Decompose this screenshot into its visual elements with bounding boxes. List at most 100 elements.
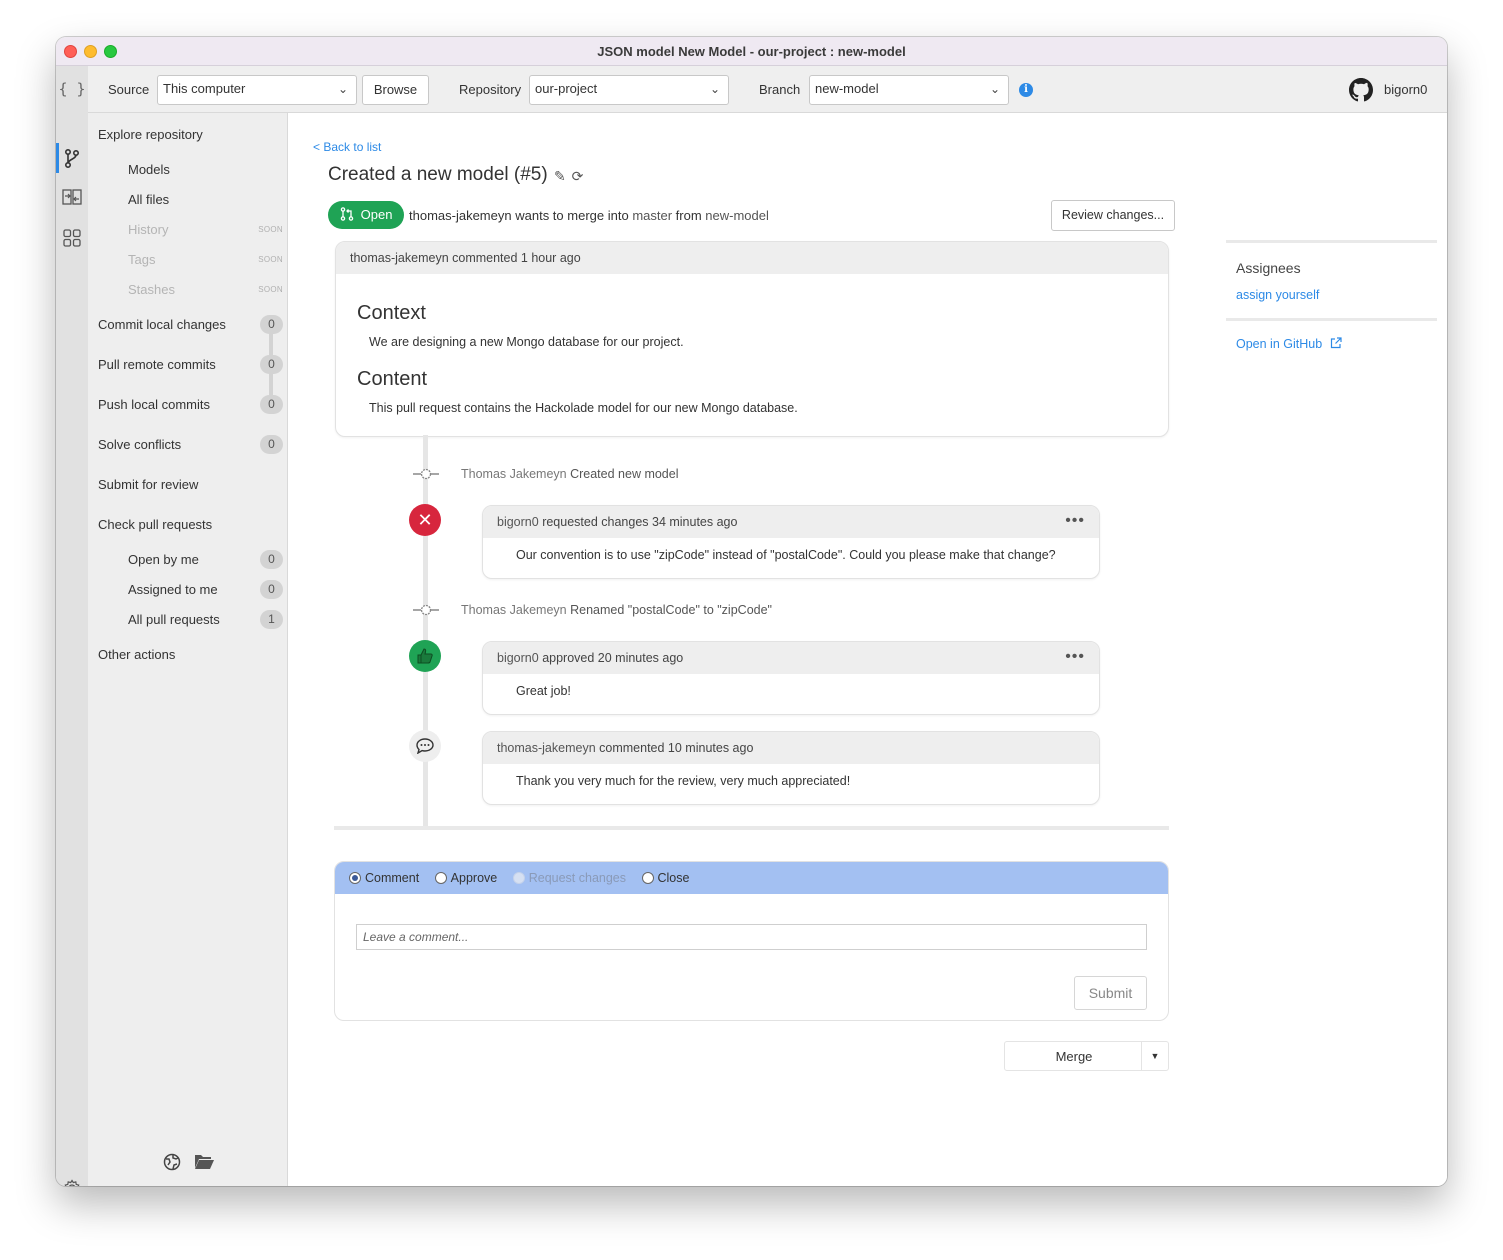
external-link-icon: [1330, 337, 1342, 349]
sidebar-item-tags: Tags: [128, 252, 156, 267]
radio-comment[interactable]: Comment: [349, 871, 419, 885]
timeline-event: Thomas Jakemeyn Renamed "postalCode" to …: [461, 603, 772, 617]
radio-close[interactable]: Close: [641, 871, 689, 885]
divider: [1226, 318, 1437, 321]
target-branch: master: [632, 208, 673, 223]
more-options-icon[interactable]: •••: [1065, 648, 1085, 666]
pr-description-card: thomas-jakemeyn commented 1 hour ago Con…: [335, 241, 1169, 437]
radio-request-changes: Request changes: [512, 871, 626, 885]
pull-count-badge: 0: [260, 355, 283, 374]
source-select[interactable]: This computer ⌄: [157, 75, 357, 105]
right-panel: Assignees assign yourself Open in GitHub: [1226, 240, 1437, 367]
sidebar-item-models[interactable]: Models: [128, 162, 170, 177]
branch-value: new-model: [815, 81, 879, 96]
sidebar-item-pull-remote-commits[interactable]: Pull remote commits: [98, 357, 216, 372]
icon-rail: { }: [56, 66, 88, 1186]
sidebar-item-open-by-me[interactable]: Open by me: [128, 552, 199, 567]
branch-select[interactable]: new-model ⌄: [809, 75, 1009, 105]
conflicts-count-badge: 0: [260, 435, 283, 454]
compare-icon[interactable]: [56, 188, 88, 209]
git-branch-icon[interactable]: [56, 148, 88, 171]
thumbs-up-icon: [409, 640, 441, 672]
sidebar-item-history: History: [128, 222, 169, 237]
github-icon: [1349, 78, 1373, 102]
sidebar-item-other-actions[interactable]: Other actions: [98, 647, 175, 662]
back-to-list-link[interactable]: < Back to list: [313, 140, 381, 154]
sidebar-item-check-pull-requests[interactable]: Check pull requests: [98, 517, 212, 532]
commit-icon: [413, 468, 439, 480]
sidebar-item-assigned-to-me[interactable]: Assigned to me: [128, 582, 218, 597]
pr-status-badge: Open: [328, 201, 404, 229]
source-label: Source: [108, 82, 150, 97]
event-text: Renamed "postalCode" to "zipCode": [570, 603, 772, 617]
event-author: Thomas Jakemeyn: [461, 467, 567, 481]
review-author: bigorn0: [497, 515, 539, 529]
info-icon[interactable]: i: [1019, 83, 1033, 97]
radio-approve[interactable]: Approve: [434, 871, 497, 885]
chevron-down-icon: ⌄: [989, 82, 1000, 96]
soon-label: SOON: [258, 255, 283, 264]
open-in-github-link[interactable]: Open in GitHub: [1236, 337, 1427, 351]
grid-icon[interactable]: [56, 229, 88, 250]
browse-button[interactable]: Browse: [362, 75, 429, 105]
all-prs-count-badge: 1: [260, 610, 283, 629]
soon-label: SOON: [258, 225, 283, 234]
timeline-end-divider: [334, 826, 1169, 830]
timeline-line: [423, 435, 428, 828]
refresh-icon[interactable]: ⟳: [572, 168, 584, 184]
sidebar-item-all-pull-requests[interactable]: All pull requests: [128, 612, 220, 627]
chevron-down-icon: ⌄: [337, 82, 348, 96]
sidebar-item-solve-conflicts[interactable]: Solve conflicts: [98, 437, 181, 452]
open-by-me-count-badge: 0: [260, 550, 283, 569]
x-circle-icon: ✕: [409, 504, 441, 536]
sidebar-item-explore-repository[interactable]: Explore repository: [98, 127, 203, 142]
sidebar-item-push-local-commits[interactable]: Push local commits: [98, 397, 210, 412]
source-value: This computer: [163, 81, 246, 96]
merge-description: thomas-jakemeyn wants to merge into mast…: [409, 208, 769, 223]
commit-count-badge: 0: [260, 315, 283, 334]
from-text: from: [675, 208, 702, 223]
review-author: bigorn0: [497, 651, 539, 665]
comment-action: commented 10 minutes ago: [599, 741, 754, 755]
comment-body: Thank you very much for the review, very…: [516, 774, 851, 788]
review-action: requested changes 34 minutes ago: [542, 515, 738, 529]
merge-button-group: Merge ▼: [1004, 1041, 1169, 1071]
divider: [1226, 240, 1437, 243]
merge-options-dropdown[interactable]: ▼: [1141, 1042, 1168, 1070]
sidebar-item-submit-for-review[interactable]: Submit for review: [98, 477, 198, 492]
sidebar-item-all-files[interactable]: All files: [128, 192, 169, 207]
edit-pencil-icon[interactable]: ✎: [554, 168, 566, 184]
review-changes-button[interactable]: Review changes...: [1051, 200, 1175, 231]
pr-title: Created a new model (#5): [328, 164, 548, 185]
repository-value: our-project: [535, 81, 598, 96]
assign-yourself-link[interactable]: assign yourself: [1236, 288, 1427, 302]
description-header: thomas-jakemeyn commented 1 hour ago: [336, 242, 1168, 274]
json-braces-icon[interactable]: { }: [56, 80, 88, 98]
sidebar-item-commit-local-changes[interactable]: Commit local changes: [98, 317, 226, 332]
review-form: Comment Approve Request changes Close Le…: [334, 861, 1169, 1021]
assigned-count-badge: 0: [260, 580, 283, 599]
globe-icon[interactable]: [163, 1153, 181, 1174]
timeline-event: Thomas Jakemeyn Created new model: [461, 467, 679, 481]
comment-input[interactable]: Leave a comment...: [356, 924, 1147, 950]
context-paragraph: We are designing a new Mongo database fo…: [369, 335, 684, 349]
username[interactable]: bigorn0: [1384, 82, 1427, 97]
repository-label: Repository: [459, 82, 522, 97]
branch-label: Branch: [759, 82, 801, 97]
window-title: JSON model New Model - our-project : new…: [597, 44, 906, 59]
pr-author: thomas-jakemeyn: [409, 208, 512, 223]
sidebar: Explore repository Models All files Hist…: [88, 113, 288, 1186]
sidebar-item-stashes: Stashes: [128, 282, 175, 297]
event-text: Created new model: [570, 467, 679, 481]
chevron-down-icon: ⌄: [709, 82, 720, 96]
repository-select[interactable]: our-project ⌄: [529, 75, 729, 105]
step-connector: [269, 373, 273, 395]
submit-button[interactable]: Submit: [1074, 976, 1147, 1010]
gear-icon[interactable]: [56, 1179, 88, 1186]
merge-button[interactable]: Merge: [1005, 1049, 1143, 1064]
folder-open-icon[interactable]: [194, 1153, 215, 1173]
more-options-icon[interactable]: •••: [1065, 512, 1085, 530]
push-count-badge: 0: [260, 395, 283, 414]
event-author: Thomas Jakemeyn: [461, 603, 567, 617]
content-heading: Content: [357, 368, 428, 390]
